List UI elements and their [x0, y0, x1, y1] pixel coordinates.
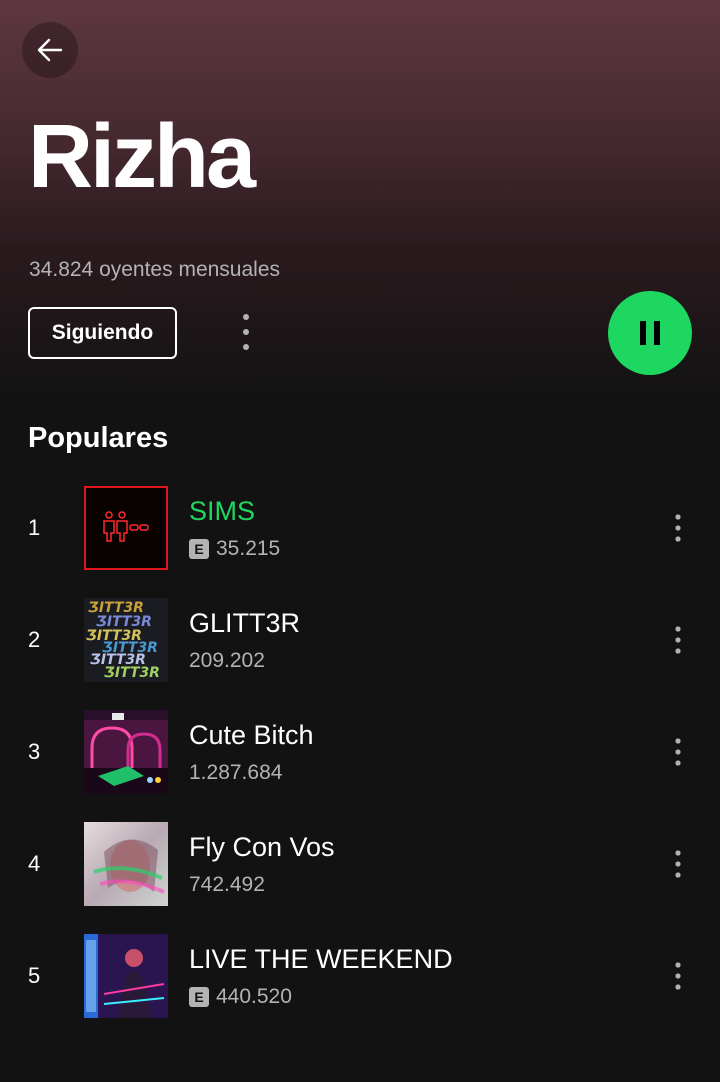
more-vertical-icon [675, 514, 681, 542]
track-cover [84, 934, 168, 1018]
track-number: 5 [28, 963, 41, 988]
monthly-listeners: 34.824 oyentes mensuales [29, 258, 281, 281]
more-vertical-icon [243, 314, 249, 350]
track-cover: ƷITT3R ƷITT3R ƷITT3R ƷITT3R ƷITT3R ƷITT3… [84, 598, 168, 682]
track-number: 1 [28, 515, 41, 540]
explicit-badge: E [189, 987, 209, 1007]
track-more-button[interactable] [662, 730, 694, 774]
track-row[interactable]: 5 LIVE THE WEEKEND E 440.520 [0, 934, 720, 1018]
more-vertical-icon [675, 850, 681, 878]
track-title: SIMS [189, 496, 256, 526]
pause-icon [640, 321, 660, 345]
more-vertical-icon [675, 626, 681, 654]
popular-section-title: Populares [28, 422, 169, 454]
artist-more-button[interactable] [230, 310, 262, 354]
svg-text:ƷITT3R: ƷITT3R [104, 665, 160, 681]
more-vertical-icon [675, 962, 681, 990]
track-title: Fly Con Vos [189, 832, 335, 862]
follow-button[interactable]: Siguiendo [28, 307, 177, 359]
track-row[interactable]: 2 ƷITT3R ƷITT3R ƷITT3R ƷITT3R ƷITT3R ƷIT… [0, 598, 720, 682]
track-meta: 742.492 [189, 872, 265, 898]
track-cover [84, 710, 168, 794]
track-plays: 742.492 [189, 873, 265, 896]
track-plays: 1.287.684 [189, 761, 283, 784]
track-more-button[interactable] [662, 506, 694, 550]
track-plays: 440.520 [216, 985, 292, 1008]
track-more-button[interactable] [662, 954, 694, 998]
track-number: 3 [28, 739, 41, 764]
back-button[interactable] [22, 22, 78, 78]
track-meta: 1.287.684 [189, 760, 282, 786]
artist-name: Rizha [28, 107, 256, 207]
explicit-badge: E [189, 539, 209, 559]
track-plays: 209.202 [189, 649, 265, 672]
track-number: 2 [28, 627, 41, 652]
track-meta: 209.202 [189, 648, 265, 674]
track-cover [84, 822, 168, 906]
track-title: LIVE THE WEEKEND [189, 944, 453, 974]
track-row[interactable]: 1 SIMS E 35.215 [0, 486, 720, 570]
track-cover [84, 486, 168, 570]
track-more-button[interactable] [662, 618, 694, 662]
track-title: GLITT3R [189, 608, 301, 638]
track-title: Cute Bitch [189, 720, 314, 750]
track-row[interactable]: 3 Cute Bitch 1.287.684 [0, 710, 720, 794]
track-plays: 35.215 [216, 537, 281, 560]
pause-button[interactable] [608, 291, 692, 375]
arrow-left-icon [37, 38, 63, 62]
track-meta: E 440.520 [189, 984, 292, 1010]
track-row[interactable]: 4 Fly Con Vos 742.492 [0, 822, 720, 906]
track-more-button[interactable] [662, 842, 694, 886]
track-meta: E 35.215 [189, 536, 280, 562]
track-number: 4 [28, 851, 41, 876]
more-vertical-icon [675, 738, 681, 766]
